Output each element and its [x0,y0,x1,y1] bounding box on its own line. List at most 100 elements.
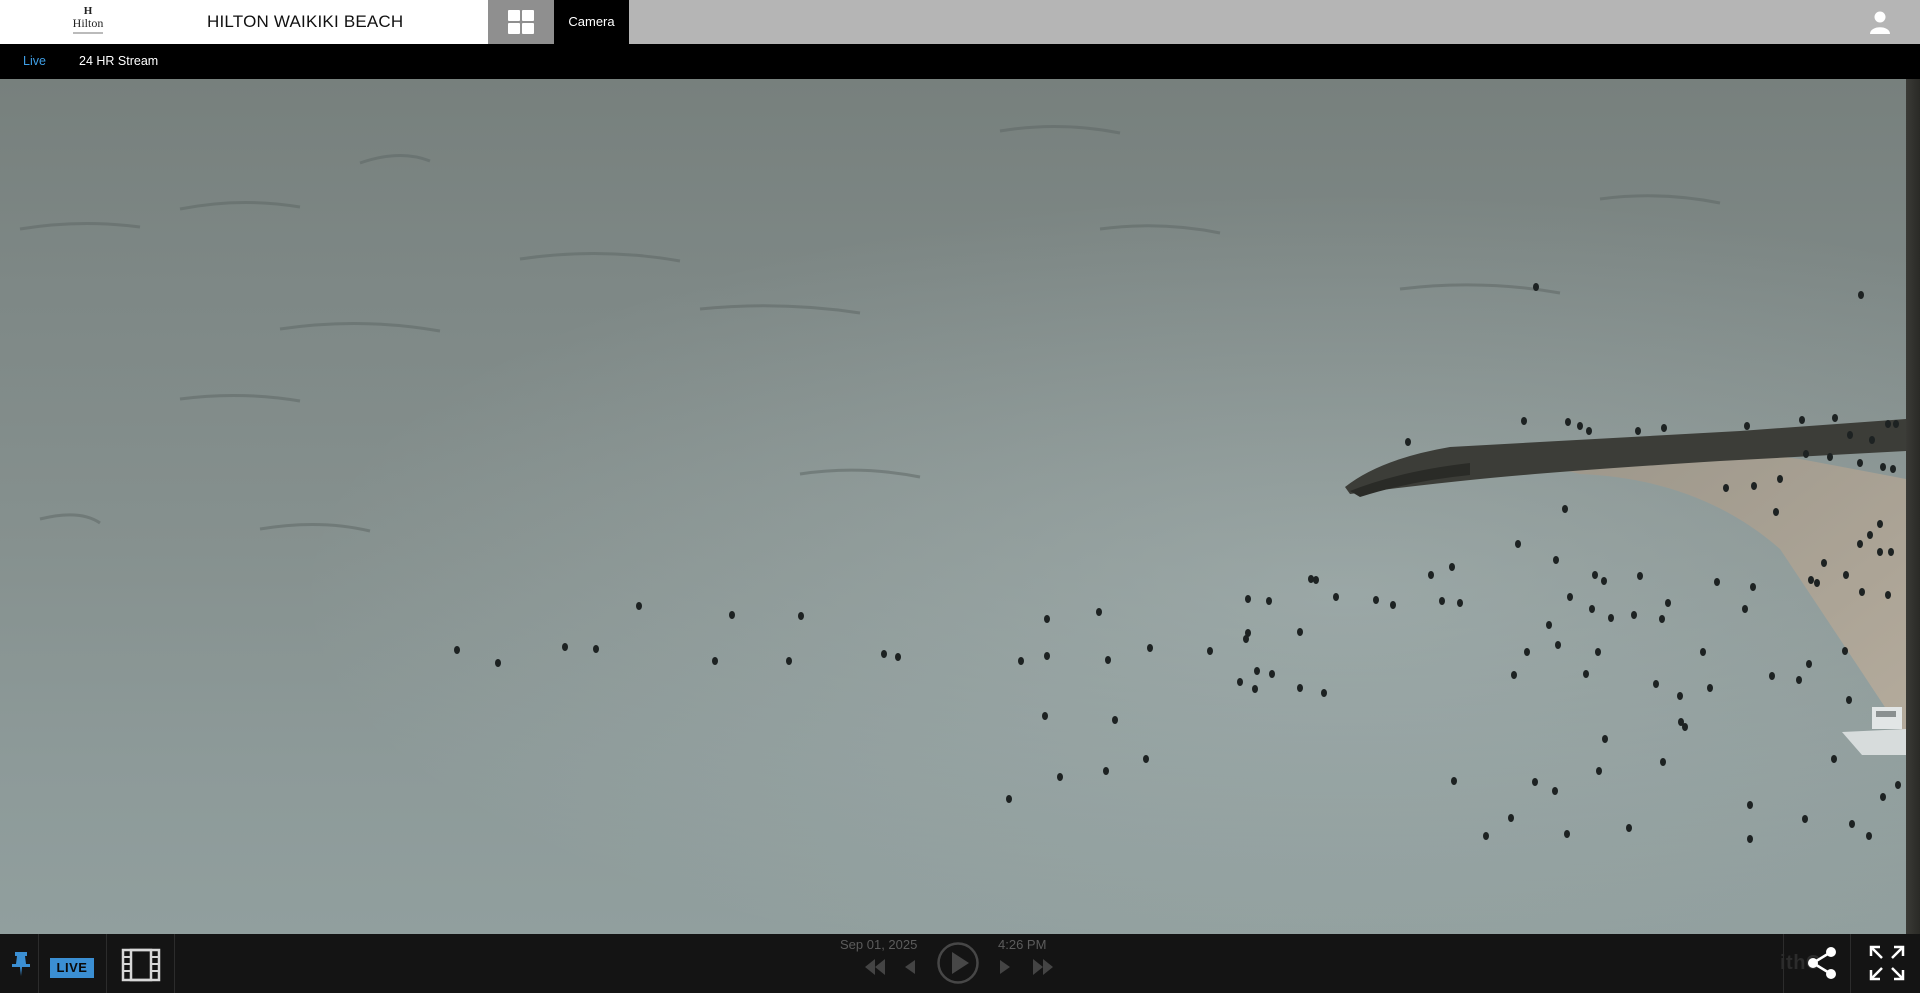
swimmer [1700,648,1706,656]
swimmer [1857,459,1863,467]
swimmer [1831,755,1837,763]
skip-forward-button[interactable] [1031,959,1055,975]
swimmer [1524,648,1530,656]
swimmer [1858,291,1864,299]
grid-view-button[interactable] [488,0,554,44]
swimmer [1659,615,1665,623]
player-controls: LIVE Sep 01, 2025 4:26 PM ithC [0,934,1920,993]
swimmer [1057,773,1063,781]
boat [1842,707,1906,755]
swimmer [1565,418,1571,426]
swimmer [1842,647,1848,655]
swimmer [1096,608,1102,616]
swimmer [1653,680,1659,688]
sand-beach [1520,449,1906,739]
skip-back-button[interactable] [863,959,887,975]
tab-24hr-stream[interactable]: 24 HR Stream [79,44,158,79]
swimmer [1635,427,1641,435]
swimmer [1532,778,1538,786]
swimmer [1589,605,1595,613]
fullscreen-icon [1869,945,1905,981]
swimmer [1631,611,1637,619]
share-icon [1808,947,1836,979]
swimmer [1814,579,1820,587]
frame-edge [1906,79,1920,934]
swimmer [1773,508,1779,516]
swimmer [1266,597,1272,605]
swimmer [1665,599,1671,607]
swimmer [1808,576,1814,584]
tab-camera[interactable]: Camera [554,0,629,44]
swimmer [1515,540,1521,548]
swimmer [1254,667,1260,675]
tab-live[interactable]: Live [23,44,46,79]
swimmer [1508,814,1514,822]
swimmer [1857,540,1863,548]
swimmer [1877,548,1883,556]
recordings-button[interactable] [121,948,161,982]
live-badge[interactable]: LIVE [50,958,94,978]
play-icon [937,942,979,984]
share-button[interactable] [1804,944,1840,982]
swimmer [1511,671,1517,679]
step-back-button[interactable] [903,959,917,975]
swimmer [1827,453,1833,461]
playback-date: Sep 01, 2025 [840,937,918,952]
swimmer [1428,571,1434,579]
swimmer [1843,571,1849,579]
swimmer [1592,571,1598,579]
swimmer [1564,830,1570,838]
swimmer [1042,712,1048,720]
swimmer [1714,578,1720,586]
swimmer [1297,684,1303,692]
swimmer [1143,755,1149,763]
swimmer [1723,484,1729,492]
swimmer [798,612,804,620]
swimmer [1390,601,1396,609]
swimmer [1439,597,1445,605]
step-forward-button[interactable] [998,959,1012,975]
pin-button[interactable] [6,948,36,978]
swimmer [1744,422,1750,430]
swimmer [1637,572,1643,580]
swimmer [1269,670,1275,678]
swimmer [1777,475,1783,483]
swimmer [1601,577,1607,585]
playback-time: 4:26 PM [998,937,1047,952]
fullscreen-button[interactable] [1868,944,1906,982]
swimmer [1895,781,1901,789]
swimmer [593,645,599,653]
swimmer [1888,548,1894,556]
swimmer [1602,735,1608,743]
swimmer [1018,657,1024,665]
swimmer [1207,647,1213,655]
beach-scene [19,124,1919,843]
play-button[interactable] [936,941,980,985]
skip-forward-icon [1033,959,1053,975]
swimmer [1877,520,1883,528]
page-title: HILTON WAIKIKI BEACH [207,12,404,31]
live-camera-feed[interactable] [0,79,1920,934]
swimmer [1893,420,1899,428]
logo-wordmark: Hilton [72,16,104,30]
swimmer [1742,605,1748,613]
swimmer [1626,824,1632,832]
user-icon [1870,11,1890,34]
swimmer [1583,670,1589,678]
swimmer [495,659,501,667]
swimmer [1885,591,1891,599]
swimmer [1806,660,1812,668]
step-forward-icon [1000,960,1010,974]
swimmer [1847,431,1853,439]
user-account-button[interactable] [1862,9,1898,35]
swimmer [881,650,887,658]
hilton-logo[interactable]: H Hilton [64,6,112,40]
swimmer [1112,716,1118,724]
swimmer [1103,767,1109,775]
swimmer [1308,575,1314,583]
swimmer [1796,676,1802,684]
swimmer [1457,599,1463,607]
swimmer [1880,463,1886,471]
swimmer [1333,593,1339,601]
swimmer [1562,505,1568,513]
